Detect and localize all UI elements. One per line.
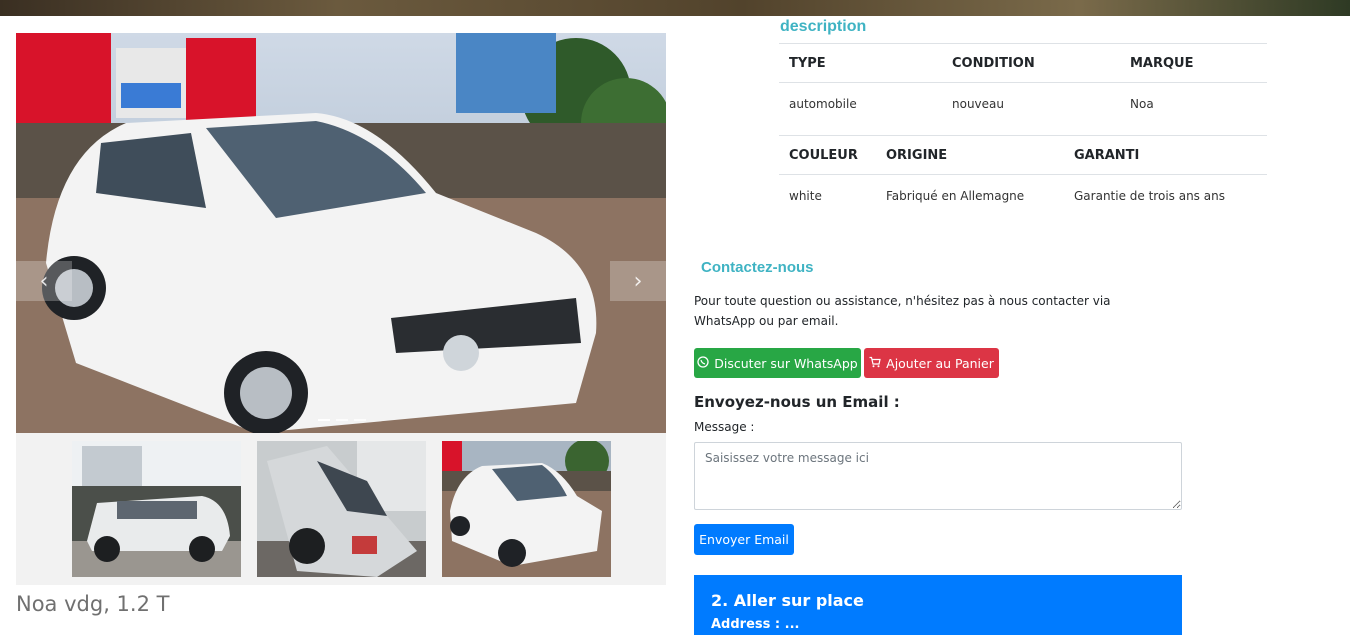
email-heading: Envoyez-nous un Email : [694, 393, 900, 411]
cart-icon [869, 356, 881, 371]
specs-table-1: TYPE CONDITION MARQUE automobile nouveau… [779, 43, 1267, 124]
contact-description: Pour toute question ou assistance, n'hés… [694, 294, 1111, 328]
carousel-indicator[interactable] [318, 419, 330, 421]
message-textarea[interactable] [694, 442, 1182, 510]
spec-header-brand: MARQUE [1120, 43, 1267, 83]
product-title: Noa vdg, 1.2 T [16, 592, 170, 616]
cart-button-label: Ajouter au Panier [886, 355, 994, 371]
carousel-indicators [318, 419, 366, 421]
thumbnail-1[interactable] [72, 441, 241, 577]
whatsapp-button[interactable]: Discuter sur WhatsApp [694, 348, 861, 378]
message-label: Message : [694, 420, 755, 434]
description-heading: description [780, 18, 867, 35]
spec-header-condition: CONDITION [942, 43, 1120, 83]
thumbnail-3[interactable] [442, 441, 611, 577]
spec-value-type: automobile [789, 96, 857, 111]
carousel-next-button[interactable]: › [610, 261, 666, 301]
spec-header-warranty: GARANTI [1064, 135, 1267, 175]
thumbnail-2[interactable] [257, 441, 426, 577]
spec-value-origin: Fabriqué en Allemagne [886, 188, 1025, 203]
contact-heading: Contactez-nous [701, 259, 814, 276]
send-email-button[interactable]: Envoyer Email [694, 524, 794, 555]
spec-header-type: TYPE [779, 43, 942, 83]
carousel-indicator[interactable] [354, 419, 366, 421]
spec-value-warranty: Garantie de trois ans ans [1074, 188, 1225, 203]
spec-value-brand: Noa [1130, 96, 1154, 111]
visit-title: 2. Aller sur place [711, 591, 864, 610]
spec-header-origin: ORIGINE [876, 135, 1064, 175]
whatsapp-button-label: Discuter sur WhatsApp [714, 355, 858, 371]
carousel-prev-button[interactable]: ‹ [16, 261, 72, 301]
spec-value-condition: nouveau [952, 96, 1004, 111]
top-banner-strip [0, 0, 1350, 16]
carousel-indicator[interactable] [336, 419, 348, 421]
send-email-label: Envoyer Email [699, 532, 789, 547]
spec-header-color: COULEUR [779, 135, 876, 175]
add-to-cart-button[interactable]: Ajouter au Panier [864, 348, 999, 378]
spec-value-color: white [789, 188, 822, 203]
product-gallery: ‹ › [16, 33, 666, 585]
specs-table-2: COULEUR ORIGINE GARANTI white Fabriqué e… [779, 135, 1267, 216]
visit-address: Address : ... [711, 617, 800, 632]
whatsapp-icon [697, 355, 709, 371]
main-product-photo: ‹ › [16, 33, 666, 433]
thumbnail-strip [72, 441, 611, 577]
visit-info-box: 2. Aller sur place Address : ... [694, 575, 1182, 635]
